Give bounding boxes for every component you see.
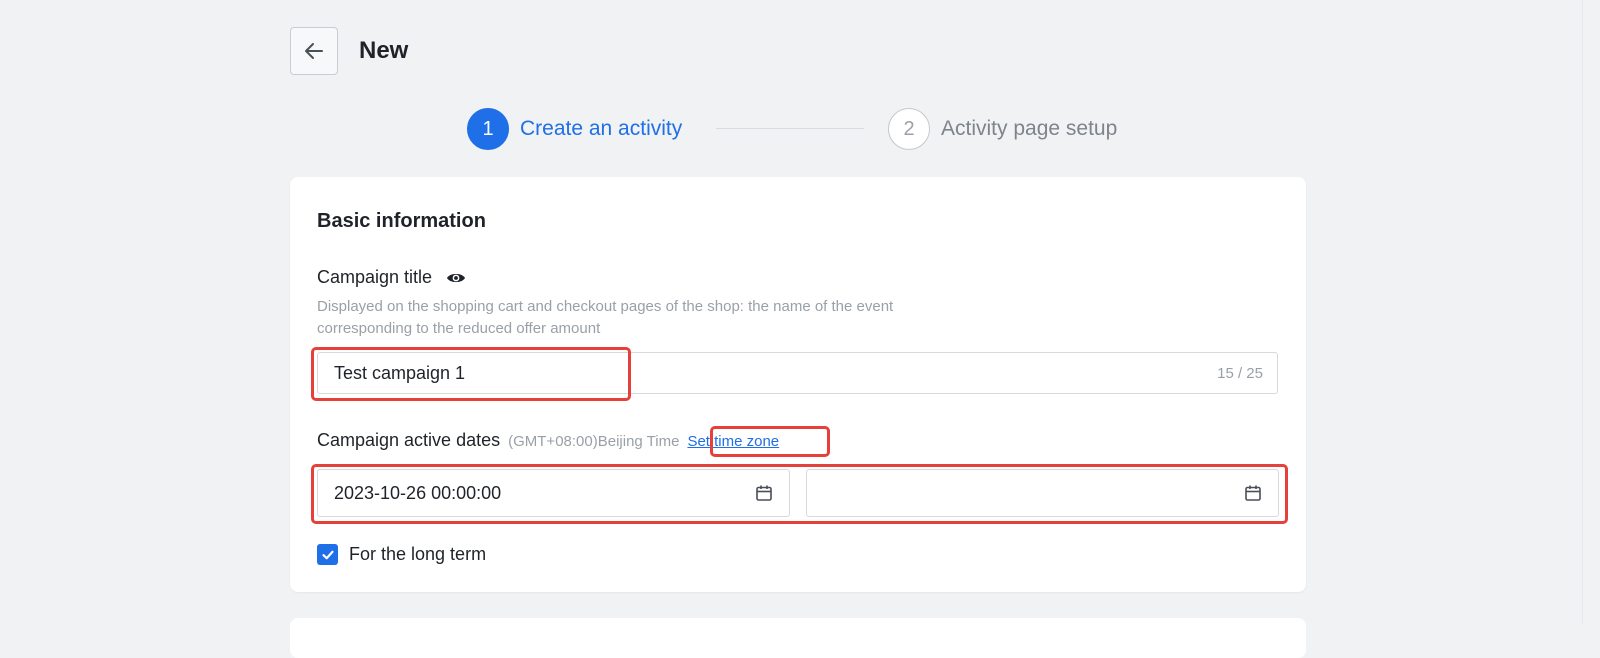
campaign-title-help: Displayed on the shopping cart and check… [317,298,894,337]
character-counter: 15 / 25 [1217,365,1263,382]
campaign-title-label: Campaign title [317,267,433,287]
active-dates-label: Campaign active dates [317,430,501,450]
calendar-icon [755,484,773,507]
active-dates-label-row: Campaign active dates (GMT+08:00)Beijing… [317,430,779,451]
calendar-icon [1244,484,1262,507]
step-connector [716,128,864,129]
set-time-zone-link[interactable]: Set time zone [687,433,779,450]
arrow-left-icon [305,43,323,59]
campaign-title-input[interactable]: Test campaign 1 15 / 25 [317,352,1278,394]
step-create-activity[interactable]: 1 Create an activity [467,108,682,150]
step-number-2: 2 [888,108,930,150]
long-term-label: For the long term [349,544,487,564]
section-title: Basic information [317,210,486,232]
long-term-option[interactable]: For the long term [317,544,486,565]
next-section-card [290,618,1306,658]
start-date-value: 2023-10-26 00:00:00 [334,483,502,503]
page-scrollbar[interactable] [1582,0,1600,624]
campaign-title-label-row: Campaign title [317,267,466,288]
eye-icon[interactable] [446,271,466,285]
start-date-input[interactable]: 2023-10-26 00:00:00 [317,469,790,517]
step-label-create-activity: Create an activity [520,117,683,140]
step-number-1: 1 [467,108,509,150]
end-date-input[interactable] [806,469,1279,517]
checkmark-icon [321,550,334,559]
step-label-page-setup: Activity page setup [941,117,1118,140]
timezone-text: (GMT+08:00)Beijing Time [508,433,680,450]
page-title: New [359,37,409,64]
campaign-title-value: Test campaign 1 [334,363,466,383]
long-term-checkbox[interactable] [317,544,338,565]
step-page-setup[interactable]: 2 Activity page setup [888,108,1117,150]
basic-info-card: Basic information Campaign title Display… [290,177,1306,592]
back-button[interactable] [290,27,338,75]
